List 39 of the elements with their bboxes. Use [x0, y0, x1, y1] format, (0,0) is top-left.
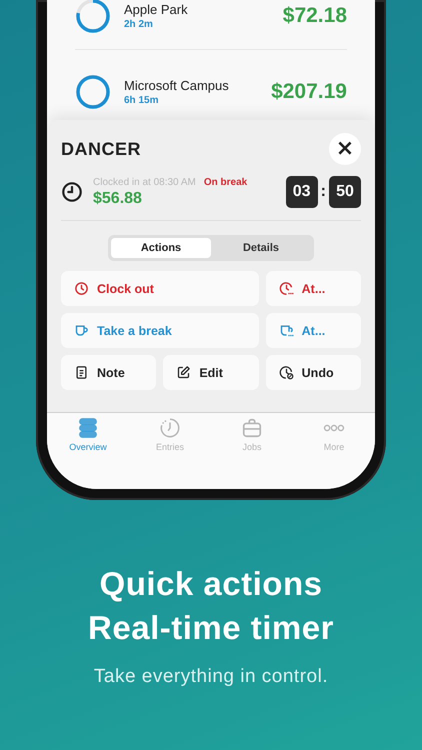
action-button[interactable]: Edit — [163, 355, 259, 390]
job-amount: $207.19 — [271, 80, 347, 104]
job-name: Apple Park — [124, 2, 189, 17]
sheet-title: DANCER — [61, 138, 142, 160]
action-button[interactable]: Undo — [266, 355, 361, 390]
clock-icon — [61, 181, 83, 203]
job-name: Microsoft Campus — [124, 78, 230, 93]
action-button[interactable]: Note — [61, 355, 156, 390]
cup-icon — [74, 323, 89, 338]
action-button[interactable]: Take a break — [61, 313, 259, 348]
segment-tab[interactable]: Details — [211, 238, 311, 258]
clock-icon — [159, 417, 181, 439]
tab-bar-item[interactable]: Overview — [47, 417, 129, 452]
segment-tab[interactable]: Actions — [111, 238, 211, 258]
progress-ring — [75, 74, 111, 110]
stack-icon — [77, 417, 99, 439]
clock-undo-icon — [278, 365, 294, 380]
earnings: $56.88 — [93, 190, 143, 208]
close-button[interactable]: × — [329, 133, 361, 165]
job-duration: 2h 2m — [124, 19, 154, 30]
timer-separator: : — [320, 183, 326, 201]
action-button[interactable]: At... — [266, 313, 361, 348]
headline: Quick actions — [100, 564, 322, 604]
action-button[interactable]: At... — [266, 271, 361, 306]
headline: Real-time timer — [88, 608, 334, 648]
job-amount: $72.18 — [282, 4, 347, 28]
clock-icon — [278, 281, 294, 296]
clock-icon — [74, 281, 89, 296]
timer-hours: 03 — [286, 176, 318, 208]
action-button[interactable]: Clock out — [61, 271, 259, 306]
note-icon — [74, 365, 89, 380]
job-duration: 6h 15m — [124, 95, 160, 106]
subtitle: Take everything in control. — [94, 666, 328, 688]
briefcase-icon — [241, 417, 263, 439]
break-status: On break — [204, 176, 248, 188]
timer-minutes: 50 — [329, 176, 361, 208]
progress-ring — [75, 0, 111, 34]
edit-icon — [176, 365, 192, 380]
cup-icon — [278, 323, 294, 338]
